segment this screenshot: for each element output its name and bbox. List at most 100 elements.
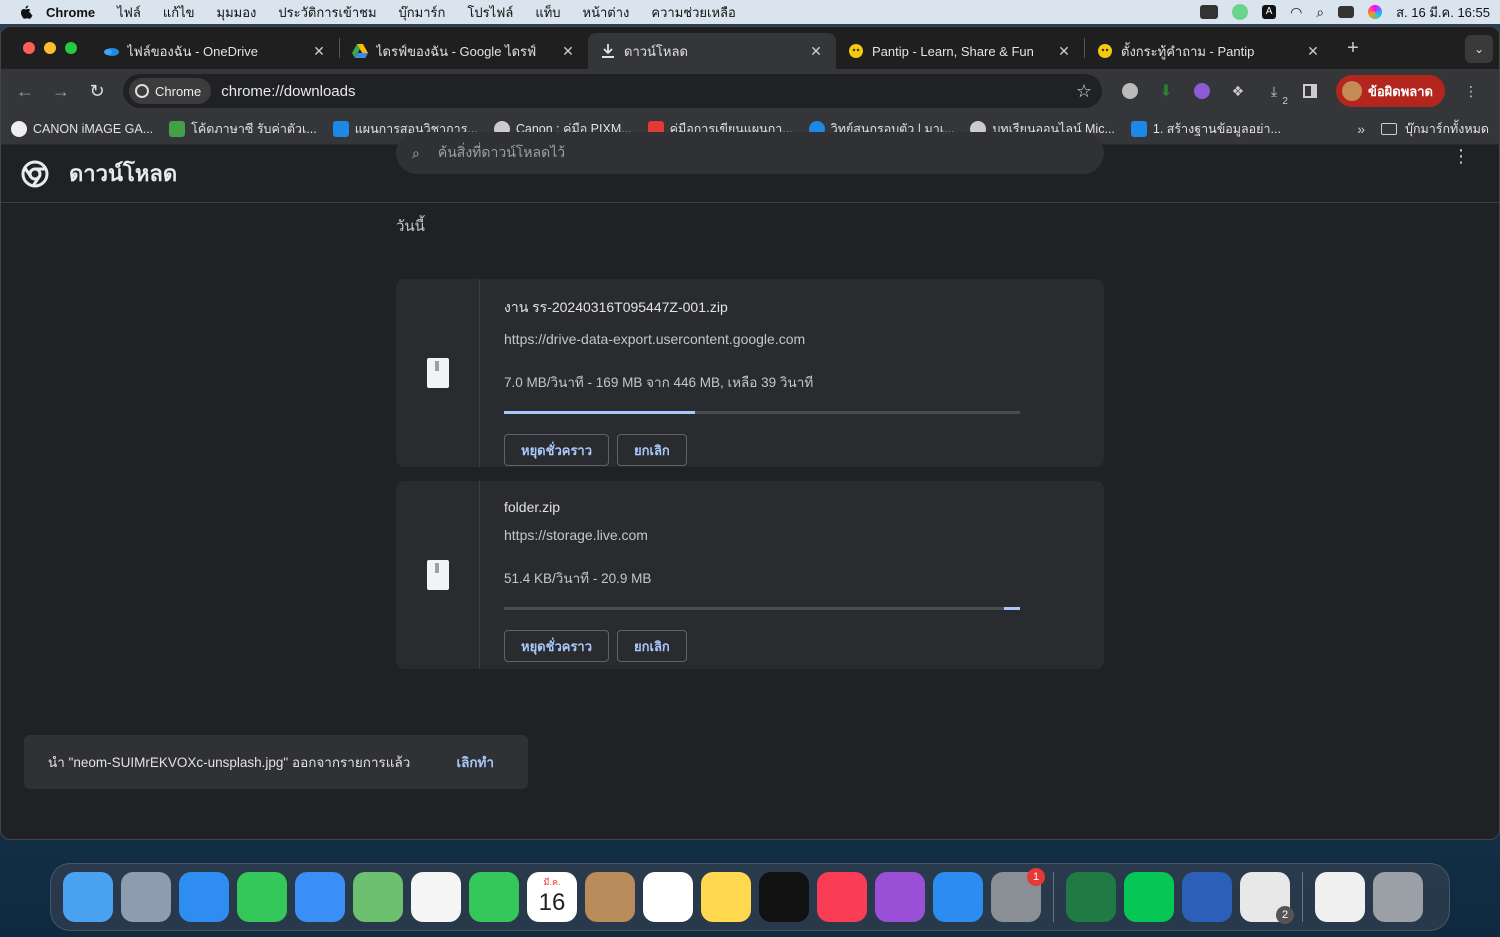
extension-download-icon[interactable]: ⬇ [1154, 79, 1178, 103]
menu-file[interactable]: ไฟล์ [117, 2, 141, 23]
dock-reminders-icon[interactable] [643, 872, 693, 922]
dock-document-icon[interactable] [1315, 872, 1365, 922]
download-progress-bar [504, 411, 1020, 414]
dock-launchpad-icon[interactable] [121, 872, 171, 922]
dock-photos-icon[interactable] [411, 872, 461, 922]
dock-safari-icon[interactable] [179, 872, 229, 922]
dock-calendar-icon[interactable]: มี.ค. 16 [527, 872, 577, 922]
spotlight-search-icon[interactable]: ⌕ [1316, 4, 1324, 21]
forward-button[interactable]: → [47, 77, 75, 105]
folder-icon [1381, 122, 1398, 135]
dock-finder-icon[interactable] [63, 872, 113, 922]
control-center-icon[interactable] [1338, 6, 1355, 18]
window-controls [11, 27, 91, 69]
dock-maps-icon[interactable] [353, 872, 403, 922]
back-button[interactable]: ← [11, 77, 39, 105]
pause-button[interactable]: หยุดชั่วคราว [504, 434, 610, 466]
extension-icon[interactable] [1118, 79, 1142, 103]
pantip-icon [1097, 43, 1113, 59]
bookmark-item[interactable]: 1. สร้างฐานข้อมูลอย่า... [1130, 119, 1281, 139]
dock-line-icon[interactable] [1124, 872, 1174, 922]
pause-button[interactable]: หยุดชั่วคราว [504, 630, 610, 662]
all-bookmarks-button[interactable]: บุ๊กมาร์กทั้งหมด [1381, 119, 1489, 139]
apple-icon[interactable] [18, 4, 34, 20]
bookmark-star-icon[interactable]: ☆ [1076, 81, 1092, 102]
download-filename[interactable]: งาน รร-20240316T095447Z-001.zip [504, 297, 1080, 319]
tab-pantip-home[interactable]: Pantip - Learn, Share & Fun ✕ [836, 33, 1084, 69]
bookmark-item[interactable]: CANON iMAGE GA... [11, 120, 153, 137]
tab-downloads[interactable]: ดาวน์โหลด ✕ [588, 33, 836, 69]
menu-tab[interactable]: แท็บ [535, 2, 560, 23]
notification-badge: 1 [1027, 868, 1045, 886]
dock-contacts-icon[interactable] [585, 872, 635, 922]
downloads-button[interactable]: ⤓ 2 [1262, 79, 1288, 108]
dock-excel-icon[interactable] [1066, 872, 1116, 922]
dock-notes-icon[interactable] [701, 872, 751, 922]
bookmarks-overflow-button[interactable]: » [1357, 121, 1365, 137]
more-menu-icon[interactable]: ⋮ [1459, 79, 1483, 103]
menu-edit[interactable]: แก้ไข [163, 2, 195, 23]
minimize-window-button[interactable] [44, 42, 56, 54]
input-source-icon[interactable]: A [1262, 5, 1277, 19]
url-text[interactable]: chrome://downloads [221, 83, 1076, 100]
dock-system-settings-icon[interactable]: 1 [991, 868, 1045, 922]
cancel-button[interactable]: ยกเลิก [617, 630, 687, 662]
extension-icon[interactable] [1190, 79, 1214, 103]
close-window-button[interactable] [23, 42, 35, 54]
tab-title: ไดรฟ์ของฉัน - Google ไดรฟ์ [376, 43, 537, 59]
tab-onedrive[interactable]: ไฟล์ของฉัน - OneDrive ✕ [91, 33, 339, 69]
tab-pantip-question[interactable]: ตั้งกระทู้คำถาม - Pantip ✕ [1085, 33, 1333, 69]
dock-word-icon[interactable] [1182, 872, 1232, 922]
dock-app-store-icon[interactable] [933, 872, 983, 922]
profile-error-button[interactable]: ข้อผิดพลาด [1335, 75, 1445, 107]
address-bar[interactable]: Chrome chrome://downloads ☆ [123, 74, 1102, 108]
site-info-chip[interactable]: Chrome [129, 78, 212, 104]
download-source-url[interactable]: https://drive-data-export.usercontent.go… [504, 331, 1080, 347]
menu-bookmarks[interactable]: บุ๊กมาร์ก [399, 2, 446, 23]
undo-button[interactable]: เลิกทำ [456, 751, 494, 773]
bookmark-favicon-icon [169, 120, 186, 137]
puzzle-icon[interactable]: ❖ [1226, 79, 1250, 103]
menubar-clock[interactable]: ส. 16 มี.ค. 16:55 [1396, 2, 1490, 23]
dock-facetime-icon[interactable] [469, 872, 519, 922]
download-icon: ⤓ [1270, 82, 1278, 99]
close-tab-icon[interactable]: ✕ [1305, 43, 1321, 60]
search-placeholder: ค้นสิ่งที่ดาวน์โหลดไว้ [437, 144, 566, 160]
menu-chrome[interactable]: Chrome [46, 5, 95, 20]
dock-messages-icon[interactable] [237, 872, 287, 922]
reload-button[interactable]: ↻ [83, 77, 111, 105]
cloud-sync-icon[interactable] [1200, 5, 1219, 19]
dock-trash-icon[interactable] [1373, 872, 1423, 922]
line-status-icon[interactable] [1232, 4, 1249, 20]
cancel-button[interactable]: ยกเลิก [617, 434, 687, 466]
dock-tv-icon[interactable] [759, 872, 809, 922]
menu-help[interactable]: ความช่วยเหลือ [651, 2, 735, 23]
menu-view[interactable]: มุมมอง [217, 2, 257, 23]
dock-mail-icon[interactable] [295, 872, 345, 922]
zoom-window-button[interactable] [65, 42, 77, 54]
close-tab-icon[interactable]: ✕ [808, 43, 824, 60]
menu-window[interactable]: หน้าต่าง [583, 2, 630, 23]
dock-divider [1302, 872, 1303, 922]
menu-profiles[interactable]: โปรไฟล์ [467, 2, 513, 23]
downloads-search-input[interactable]: ⌕ ค้นสิ่งที่ดาวน์โหลดไว้ [396, 132, 1104, 174]
download-source-url[interactable]: https://storage.live.com [504, 527, 1080, 543]
close-tab-icon[interactable]: ✕ [560, 43, 576, 60]
tab-search-button[interactable]: ⌄ [1465, 35, 1493, 63]
siri-icon[interactable] [1368, 5, 1383, 19]
side-panel-icon[interactable] [1298, 79, 1322, 103]
dock-podcasts-icon[interactable] [875, 872, 925, 922]
downloads-more-menu-icon[interactable]: ⋮ [1452, 146, 1470, 167]
menu-history[interactable]: ประวัติการเข้าชม [278, 2, 376, 23]
new-tab-button[interactable]: + [1339, 34, 1367, 62]
download-filename[interactable]: folder.zip [504, 499, 1080, 515]
calendar-month: มี.ค. [543, 877, 561, 887]
wifi-icon[interactable]: ◠ [1290, 4, 1302, 21]
close-tab-icon[interactable]: ✕ [311, 43, 327, 60]
close-tab-icon[interactable]: ✕ [1056, 43, 1072, 60]
bookmark-item[interactable]: โค้ดภาษาซี รับค่าตัวเ... [169, 119, 317, 139]
dock-music-icon[interactable] [817, 872, 867, 922]
tab-google-drive[interactable]: ไดรฟ์ของฉัน - Google ไดรฟ์ ✕ [340, 33, 588, 69]
dock-chrome-icon[interactable]: 2 [1240, 872, 1294, 924]
site-info-label: Chrome [155, 83, 202, 99]
